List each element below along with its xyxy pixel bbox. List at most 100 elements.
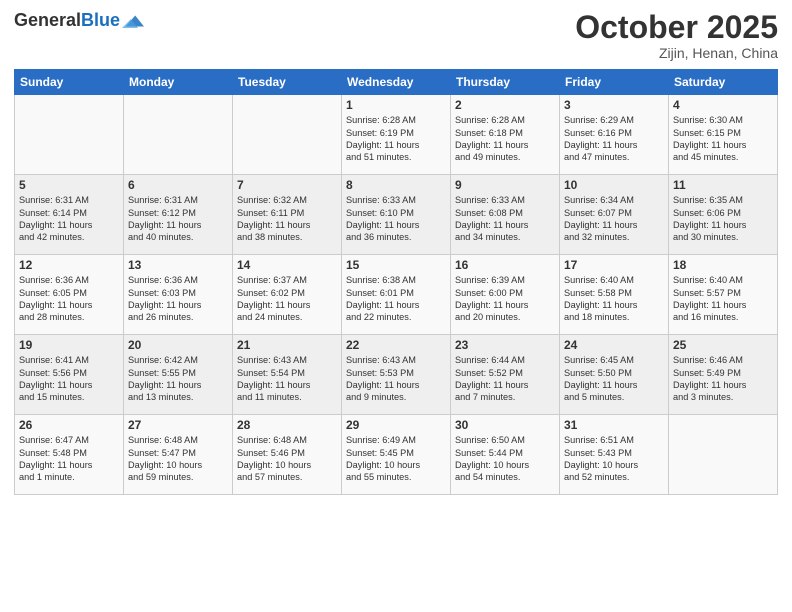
calendar-cell: 18 Sunrise: 6:40 AM Sunset: 5:57 PM Dayli…	[669, 255, 778, 335]
day-number: 25	[673, 338, 773, 352]
calendar-cell	[233, 95, 342, 175]
weekday-header-row: SundayMondayTuesdayWednesdayThursdayFrid…	[15, 70, 778, 95]
day-number: 2	[455, 98, 555, 112]
day-number: 13	[128, 258, 228, 272]
day-number: 16	[455, 258, 555, 272]
weekday-header-thursday: Thursday	[451, 70, 560, 95]
calendar-location: Zijin, Henan, China	[575, 45, 778, 61]
day-info: Sunrise: 6:43 AM Sunset: 5:53 PM Dayligh…	[346, 354, 446, 404]
day-info: Sunrise: 6:48 AM Sunset: 5:47 PM Dayligh…	[128, 434, 228, 484]
day-info: Sunrise: 6:38 AM Sunset: 6:01 PM Dayligh…	[346, 274, 446, 324]
day-info: Sunrise: 6:40 AM Sunset: 5:58 PM Dayligh…	[564, 274, 664, 324]
day-number: 30	[455, 418, 555, 432]
day-number: 14	[237, 258, 337, 272]
calendar-cell: 10Sunrise: 6:34 AM Sunset: 6:07 PM Dayli…	[560, 175, 669, 255]
day-info: Sunrise: 6:30 AM Sunset: 6:15 PM Dayligh…	[673, 114, 773, 164]
day-number: 20	[128, 338, 228, 352]
day-number: 22	[346, 338, 446, 352]
weekday-header-tuesday: Tuesday	[233, 70, 342, 95]
day-number: 11	[673, 178, 773, 192]
calendar-cell: 15 Sunrise: 6:38 AM Sunset: 6:01 PM Dayli…	[342, 255, 451, 335]
logo-blue: Blue	[81, 10, 120, 30]
day-info: Sunrise: 6:28 AM Sunset: 6:18 PM Dayligh…	[455, 114, 555, 164]
day-number: 17	[564, 258, 664, 272]
day-number: 18	[673, 258, 773, 272]
day-info: Sunrise: 6:40 AM Sunset: 5:57 PM Dayligh…	[673, 274, 773, 324]
day-number: 31	[564, 418, 664, 432]
calendar-week-5: 26Sunrise: 6:47 AM Sunset: 5:48 PM Dayli…	[15, 415, 778, 495]
weekday-header-saturday: Saturday	[669, 70, 778, 95]
day-info: Sunrise: 6:42 AM Sunset: 5:55 PM Dayligh…	[128, 354, 228, 404]
day-number: 7	[237, 178, 337, 192]
calendar-cell: 16 Sunrise: 6:39 AM Sunset: 6:00 PM Dayli…	[451, 255, 560, 335]
weekday-header-friday: Friday	[560, 70, 669, 95]
day-info: Sunrise: 6:45 AM Sunset: 5:50 PM Dayligh…	[564, 354, 664, 404]
day-info: Sunrise: 6:28 AM Sunset: 6:19 PM Dayligh…	[346, 114, 446, 164]
day-number: 19	[19, 338, 119, 352]
day-info: Sunrise: 6:44 AM Sunset: 5:52 PM Dayligh…	[455, 354, 555, 404]
day-info: Sunrise: 6:43 AM Sunset: 5:54 PM Dayligh…	[237, 354, 337, 404]
day-info: Sunrise: 6:48 AM Sunset: 5:46 PM Dayligh…	[237, 434, 337, 484]
calendar-cell	[124, 95, 233, 175]
calendar-cell: 23 Sunrise: 6:44 AM Sunset: 5:52 PM Dayli…	[451, 335, 560, 415]
day-info: Sunrise: 6:32 AM Sunset: 6:11 PM Dayligh…	[237, 194, 337, 244]
calendar-cell: 20 Sunrise: 6:42 AM Sunset: 5:55 PM Dayli…	[124, 335, 233, 415]
calendar-header: GeneralBlue October 2025 Zijin, Henan, C…	[14, 10, 778, 61]
day-info: Sunrise: 6:31 AM Sunset: 6:12 PM Dayligh…	[128, 194, 228, 244]
calendar-cell: 7 Sunrise: 6:32 AM Sunset: 6:11 PM Daylig…	[233, 175, 342, 255]
calendar-week-3: 12 Sunrise: 6:36 AM Sunset: 6:05 PM Dayli…	[15, 255, 778, 335]
calendar-cell	[669, 415, 778, 495]
calendar-container: GeneralBlue October 2025 Zijin, Henan, C…	[0, 0, 792, 503]
day-info: Sunrise: 6:47 AM Sunset: 5:48 PM Dayligh…	[19, 434, 119, 484]
calendar-cell	[15, 95, 124, 175]
calendar-cell: 28 Sunrise: 6:48 AM Sunset: 5:46 PM Dayli…	[233, 415, 342, 495]
day-info: Sunrise: 6:36 AM Sunset: 6:03 PM Dayligh…	[128, 274, 228, 324]
weekday-header-sunday: Sunday	[15, 70, 124, 95]
title-block: October 2025 Zijin, Henan, China	[575, 10, 778, 61]
calendar-cell: 30Sunrise: 6:50 AM Sunset: 5:44 PM Dayli…	[451, 415, 560, 495]
calendar-title: October 2025	[575, 10, 778, 45]
calendar-cell: 11 Sunrise: 6:35 AM Sunset: 6:06 PM Dayli…	[669, 175, 778, 255]
day-number: 8	[346, 178, 446, 192]
weekday-header-wednesday: Wednesday	[342, 70, 451, 95]
day-info: Sunrise: 6:39 AM Sunset: 6:00 PM Dayligh…	[455, 274, 555, 324]
day-info: Sunrise: 6:35 AM Sunset: 6:06 PM Dayligh…	[673, 194, 773, 244]
calendar-table: SundayMondayTuesdayWednesdayThursdayFrid…	[14, 69, 778, 495]
calendar-week-1: 1 Sunrise: 6:28 AM Sunset: 6:19 PM Daylig…	[15, 95, 778, 175]
day-info: Sunrise: 6:46 AM Sunset: 5:49 PM Dayligh…	[673, 354, 773, 404]
calendar-cell: 2 Sunrise: 6:28 AM Sunset: 6:18 PM Daylig…	[451, 95, 560, 175]
calendar-cell: 26Sunrise: 6:47 AM Sunset: 5:48 PM Dayli…	[15, 415, 124, 495]
calendar-cell: 31Sunrise: 6:51 AM Sunset: 5:43 PM Dayli…	[560, 415, 669, 495]
day-number: 3	[564, 98, 664, 112]
day-number: 21	[237, 338, 337, 352]
day-number: 27	[128, 418, 228, 432]
calendar-cell: 17 Sunrise: 6:40 AM Sunset: 5:58 PM Dayli…	[560, 255, 669, 335]
day-info: Sunrise: 6:36 AM Sunset: 6:05 PM Dayligh…	[19, 274, 119, 324]
calendar-cell: 12 Sunrise: 6:36 AM Sunset: 6:05 PM Dayli…	[15, 255, 124, 335]
day-number: 12	[19, 258, 119, 272]
calendar-cell: 21 Sunrise: 6:43 AM Sunset: 5:54 PM Dayli…	[233, 335, 342, 415]
day-number: 28	[237, 418, 337, 432]
weekday-header-monday: Monday	[124, 70, 233, 95]
day-info: Sunrise: 6:37 AM Sunset: 6:02 PM Dayligh…	[237, 274, 337, 324]
calendar-week-2: 5 Sunrise: 6:31 AM Sunset: 6:14 PM Daylig…	[15, 175, 778, 255]
day-info: Sunrise: 6:31 AM Sunset: 6:14 PM Dayligh…	[19, 194, 119, 244]
calendar-cell: 6 Sunrise: 6:31 AM Sunset: 6:12 PM Daylig…	[124, 175, 233, 255]
day-number: 1	[346, 98, 446, 112]
day-number: 5	[19, 178, 119, 192]
day-number: 9	[455, 178, 555, 192]
calendar-cell: 3Sunrise: 6:29 AM Sunset: 6:16 PM Daylig…	[560, 95, 669, 175]
calendar-week-4: 19 Sunrise: 6:41 AM Sunset: 5:56 PM Dayli…	[15, 335, 778, 415]
day-number: 23	[455, 338, 555, 352]
day-number: 15	[346, 258, 446, 272]
calendar-cell: 27 Sunrise: 6:48 AM Sunset: 5:47 PM Dayli…	[124, 415, 233, 495]
day-number: 4	[673, 98, 773, 112]
day-number: 10	[564, 178, 664, 192]
day-number: 6	[128, 178, 228, 192]
calendar-cell: 14 Sunrise: 6:37 AM Sunset: 6:02 PM Dayli…	[233, 255, 342, 335]
logo: GeneralBlue	[14, 10, 144, 32]
day-info: Sunrise: 6:41 AM Sunset: 5:56 PM Dayligh…	[19, 354, 119, 404]
day-info: Sunrise: 6:33 AM Sunset: 6:10 PM Dayligh…	[346, 194, 446, 244]
day-info: Sunrise: 6:33 AM Sunset: 6:08 PM Dayligh…	[455, 194, 555, 244]
calendar-cell: 9 Sunrise: 6:33 AM Sunset: 6:08 PM Daylig…	[451, 175, 560, 255]
